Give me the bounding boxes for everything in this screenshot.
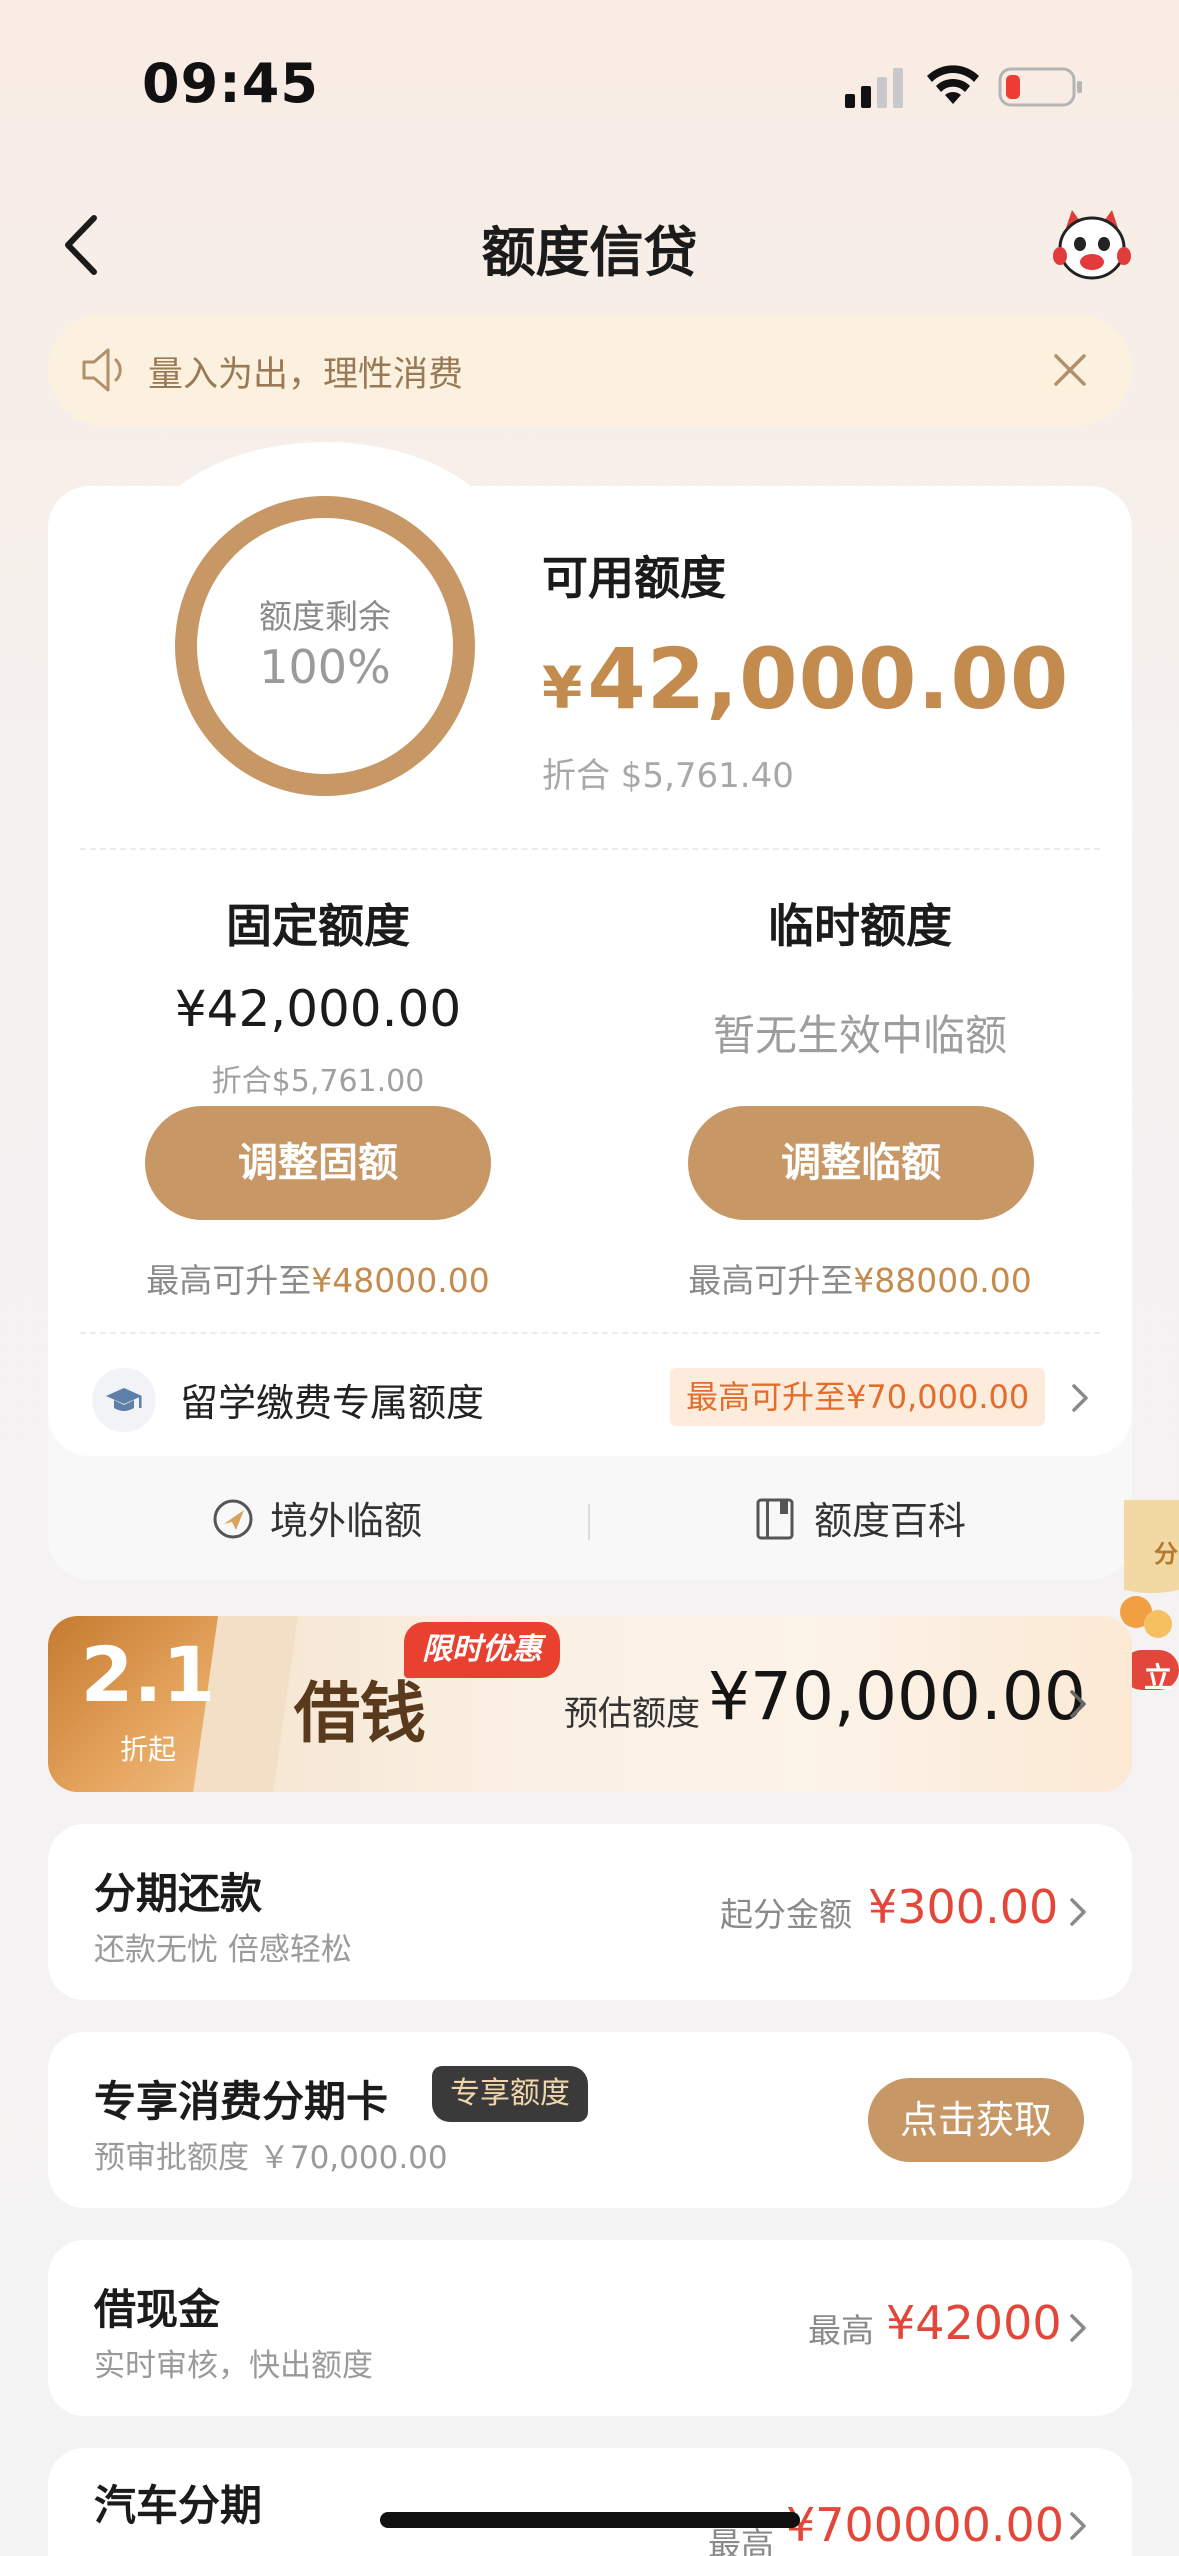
chevron-right-icon <box>1070 1690 1086 1718</box>
exclusive-credit-badge: 专享额度 <box>432 2066 588 2122</box>
graduation-cap-icon <box>92 1368 156 1432</box>
limited-offer-badge: 限时优惠 <box>404 1622 560 1678</box>
car-installment-title: 汽车分期 <box>94 2481 263 2530</box>
credit-wiki-label: 额度百科 <box>814 1499 967 1543</box>
divider <box>80 848 1100 850</box>
adjust-fixed-button[interactable]: 调整固额 <box>145 1106 491 1220</box>
borrow-money-banner[interactable]: 2.1 折起 借钱 限时优惠 预估额度 ¥70,000.00 <box>48 1616 1132 1792</box>
remaining-credit-label: 额度剩余 <box>259 597 391 636</box>
page-title: 额度信贷 <box>481 221 698 284</box>
cash-loan-subtitle: 实时审核，快出额度 <box>94 2348 373 2384</box>
mascot-assistant-icon[interactable] <box>1052 208 1132 284</box>
installment-subtitle: 还款无忧 倍感轻松 <box>94 1932 352 1968</box>
chevron-right-icon <box>1072 1384 1088 1412</box>
available-credit-usd: 折合 $5,761.40 <box>542 756 794 796</box>
fixed-credit-max: 最高可升至¥48000.00 <box>110 1254 526 1302</box>
exclusive-installment-card[interactable]: 专享消费分期卡 专享额度 预审批额度 ￥70,000.00 点击获取 <box>48 2032 1132 2208</box>
installment-repayment-card[interactable]: 分期还款 还款无忧 倍感轻松 起分金额 ¥300.00 <box>48 1824 1132 2000</box>
study-abroad-badge: 最高可升至¥70,000.00 <box>670 1368 1046 1426</box>
overseas-temp-credit-label: 境外临额 <box>270 1499 423 1543</box>
car-installment-card[interactable]: 汽车分期 最高 ¥700000.00 <box>48 2448 1132 2556</box>
battery-low-icon <box>998 67 1082 107</box>
installment-title: 分期还款 <box>94 1869 263 1918</box>
click-to-get-button[interactable]: 点击获取 <box>868 2078 1084 2162</box>
exclusive-card-subtitle: 预审批额度 ￥70,000.00 <box>94 2140 448 2176</box>
cellular-signal-icon <box>845 68 903 108</box>
speaker-icon <box>82 348 122 392</box>
chevron-right-icon <box>1070 2314 1086 2342</box>
currency-symbol: ¥ <box>542 654 584 722</box>
fixed-credit-title: 固定额度 <box>226 899 410 953</box>
rate-suffix: 折起 <box>119 1733 176 1766</box>
credit-wiki-link[interactable]: 额度百科 <box>752 1490 992 1554</box>
globe-plane-icon <box>213 1499 253 1539</box>
wifi-icon <box>927 65 979 104</box>
temp-credit-empty: 暂无生效中临额 <box>712 1011 1007 1060</box>
fixed-max-prefix: 最高可升至 <box>146 1261 312 1300</box>
car-installment-max-value: ¥700000.00 <box>786 2498 1065 2552</box>
temp-max-value: ¥88000.00 <box>853 1261 1032 1300</box>
notice-bar: 量入为出，理性消费 <box>48 314 1132 426</box>
temp-max-prefix: 最高可升至 <box>688 1261 854 1300</box>
home-indicator <box>380 2512 800 2528</box>
installment-min-label: 起分金额 <box>720 1895 852 1934</box>
book-icon <box>756 1498 794 1540</box>
available-credit-value: 42,000.00 <box>587 630 1070 728</box>
fixed-credit-usd: 折合$5,761.00 <box>211 1064 425 1099</box>
chevron-right-icon <box>1070 1898 1086 1926</box>
fixed-max-value: ¥48000.00 <box>311 1261 490 1300</box>
close-icon[interactable] <box>1052 352 1088 388</box>
cash-loan-card[interactable]: 借现金 实时审核，快出额度 最高 ¥42000 <box>48 2240 1132 2416</box>
cash-loan-title: 借现金 <box>94 2285 221 2334</box>
estimate-amount: ¥70,000.00 <box>708 1658 1086 1735</box>
study-abroad-label: 留学缴费专属额度 <box>180 1381 485 1425</box>
adjust-temp-button[interactable]: 调整临额 <box>688 1106 1034 1220</box>
temp-credit-title: 临时额度 <box>768 899 952 953</box>
side-promo-text-top: 分 <box>1154 1540 1178 1568</box>
notice-text: 量入为出，理性消费 <box>148 355 464 395</box>
footer-separator <box>588 1504 590 1540</box>
fixed-credit-amount: ¥42,000.00 <box>174 980 462 1038</box>
available-credit-label: 可用额度 <box>542 551 726 605</box>
exclusive-card-title: 专享消费分期卡 <box>94 2077 389 2126</box>
cash-loan-max-label: 最高 <box>808 2311 874 2350</box>
installment-min-value: ¥300.00 <box>868 1880 1059 1934</box>
status-time: 09:45 <box>142 52 319 115</box>
chevron-right-icon <box>1070 2512 1086 2540</box>
cash-loan-max-value: ¥42000 <box>886 2296 1062 2350</box>
side-promo-text-bottom: 立 <box>1144 1661 1173 1694</box>
overseas-temp-credit-link[interactable]: 境外临额 <box>200 1490 440 1554</box>
available-credit-amount: ¥42,000.00 <box>542 630 1069 728</box>
estimate-label: 预估额度 <box>564 1694 700 1734</box>
divider <box>80 1332 1100 1334</box>
temp-credit-max: 最高可升至¥88000.00 <box>652 1254 1068 1302</box>
remaining-credit-percent: 100% <box>259 640 391 694</box>
rate-value: 2.1 <box>80 1630 216 1719</box>
